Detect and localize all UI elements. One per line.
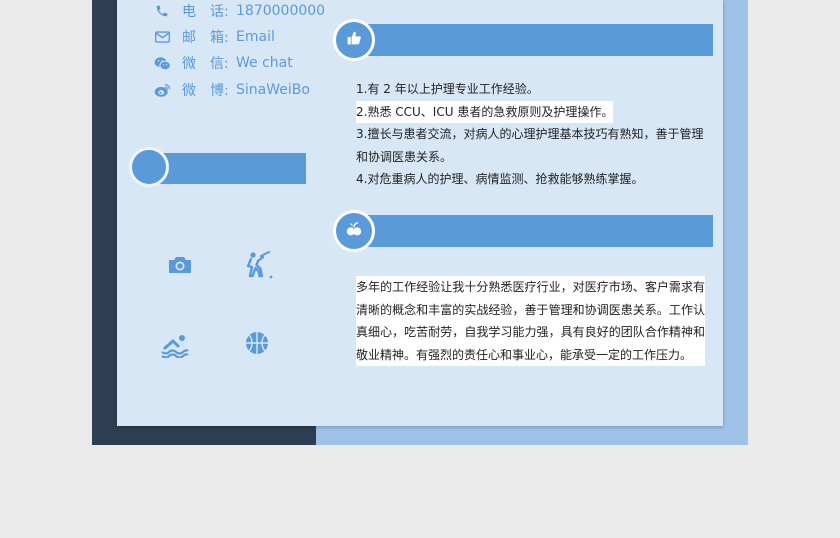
skills-heading-circle — [333, 19, 375, 61]
contact-weibo-row: 微 博: SinaWeiBo — [152, 79, 310, 101]
badminton-icon — [244, 250, 274, 280]
email-label: 邮 箱: — [182, 30, 229, 46]
weibo-label: 微 博: — [182, 83, 229, 99]
phone-value: 1870000000 — [236, 3, 326, 19]
weibo-icon — [152, 81, 172, 99]
hobbies-heading-bar — [150, 153, 306, 184]
phone-icon — [152, 2, 172, 20]
skills-list: 1.有 2 年以上护理专业工作经验。 2.熟悉 CCU、ICU 患者的急救原则及… — [356, 78, 716, 191]
wechat-value: We chat — [236, 55, 293, 71]
fruit-icon — [345, 221, 363, 241]
contact-wechat-row: 微 信: We chat — [152, 52, 293, 74]
self-evaluation-heading-bar — [351, 215, 713, 247]
skills-item: 4.对危重病人的护理、病情监测、抢救能够熟练掌握。 — [356, 172, 644, 186]
hobbies-heading-circle — [129, 147, 169, 187]
skills-item: 2.熟悉 CCU、ICU 患者的急救原则及护理操作。 — [356, 100, 614, 123]
skills-item: 3.擅长与患者交流，对病人的心理护理基本技巧有熟知，善于管理 — [356, 127, 704, 141]
skills-item: 和协调医患关系。 — [356, 149, 453, 164]
self-evaluation-text: 多年的工作经验让我十分熟悉医疗行业，对医疗市场、客户需求有清晰的概念和丰富的实战… — [356, 276, 705, 366]
email-value: Email — [236, 29, 275, 45]
camera-icon — [165, 250, 195, 280]
skills-item: 1.有 2 年以上护理专业工作经验。 — [356, 82, 539, 96]
self-evaluation-heading-circle — [333, 210, 375, 252]
basketball-icon — [242, 328, 272, 358]
skills-heading-bar — [351, 24, 713, 56]
mail-icon — [152, 28, 172, 46]
weibo-value: SinaWeiBo — [236, 82, 310, 98]
swimming-icon — [160, 330, 190, 360]
phone-label: 电 话: — [182, 4, 229, 20]
wechat-icon — [152, 54, 172, 72]
contact-email-row: 邮 箱: Email — [152, 26, 275, 48]
contact-phone-row: 电 话: 1870000000 — [152, 0, 325, 22]
wechat-label: 微 信: — [182, 56, 229, 72]
thumbs-up-icon — [346, 30, 362, 50]
